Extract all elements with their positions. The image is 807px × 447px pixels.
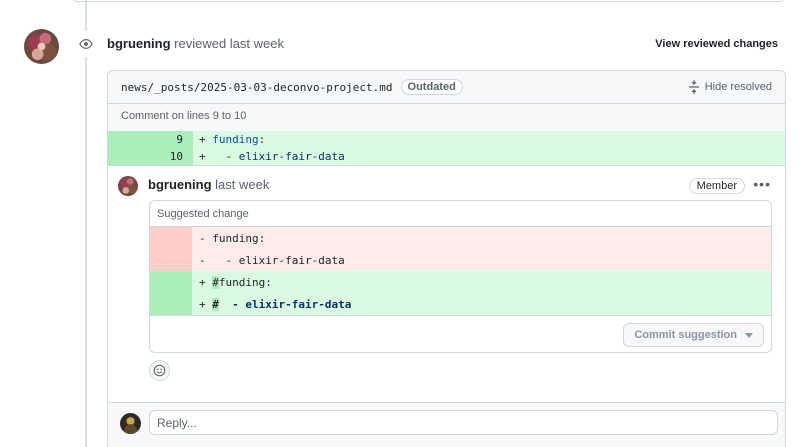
avatar[interactable] [118,176,138,196]
diff-key: funding [212,133,259,146]
comment-time[interactable]: last week [215,177,269,192]
added-hash: # [212,297,219,311]
line-gutter [150,227,192,249]
review-comment: bgruening last week Member ••• Suggested… [108,166,785,402]
avatar[interactable] [24,29,59,64]
view-reviewed-changes-button[interactable]: View reviewed changes [655,38,778,50]
added-line: + #funding: [150,271,771,293]
smiley-icon [153,364,166,377]
timeline-line [85,0,87,447]
added-hash: # [212,275,219,289]
outdated-badge: Outdated [400,79,463,95]
diff-line: 9 + funding: [108,131,785,148]
file-path[interactable]: news/_posts/2025-03-03-deconvo-project.m… [121,81,393,94]
eye-icon [73,31,99,57]
avatar-image [24,29,59,64]
comment-header: bgruening last week [148,177,269,192]
hide-resolved-label: Hide resolved [704,81,772,93]
reply-bar [108,402,785,447]
commit-suggestion-button[interactable]: Commit suggestion [623,323,764,347]
added-prefix: + [199,297,213,311]
diff-hunk: 9 + funding: 10 + - elixir-fair-data [108,131,785,166]
removed-line: - funding: [150,227,771,249]
line-number[interactable]: 10 [108,148,193,165]
line-number[interactable]: 9 [108,131,193,148]
hide-resolved-button[interactable]: Hide resolved [688,80,772,94]
added-prefix: + [199,275,213,289]
line-gutter [150,293,192,315]
kebab-horizontal-icon[interactable]: ••• [753,176,771,192]
commit-suggestion-label: Commit suggestion [634,329,737,341]
avatar [120,413,141,434]
reply-input[interactable] [149,410,778,435]
suggested-change-box: Suggested change - funding: - - elixir-f… [149,200,772,353]
previous-timeline-box [72,0,785,2]
diff-rest: - elixir-fair-data [212,150,345,163]
triangle-down-icon [745,332,753,338]
comment-on-lines: Comment on lines 9 to 10 [108,104,785,131]
comment-author[interactable]: bgruening [148,177,212,192]
suggested-change-title: Suggested change [150,201,771,227]
line-gutter [150,249,192,271]
fold-icon [688,80,699,94]
removed-code: - - elixir-fair-data [199,253,345,267]
suggestion-footer: Commit suggestion [150,315,771,352]
diff-sign: + [199,133,206,146]
diff-sign: + [199,150,206,163]
added-code: + # - elixir-fair-data [192,297,352,311]
diff-line: 10 + - elixir-fair-data [108,148,785,165]
review-thread: news/_posts/2025-03-03-deconvo-project.m… [107,70,786,447]
added-rest: - elixir-fair-data [218,297,352,311]
review-header: bgruening reviewed last week [107,36,284,51]
review-action: reviewed last week [174,36,284,51]
diff-rest: : [258,133,266,146]
avatar-image [120,413,141,434]
diff-code: + funding: [193,133,265,146]
removed-line: - - elixir-fair-data [150,249,771,271]
added-line: + # - elixir-fair-data [150,293,771,315]
added-rest: funding: [218,275,272,289]
review-author[interactable]: bgruening [107,36,171,51]
file-header: news/_posts/2025-03-03-deconvo-project.m… [108,71,785,104]
member-badge: Member [688,178,745,194]
add-reaction-button[interactable] [149,360,170,381]
removed-code: - funding: [199,231,266,245]
diff-code: + - elixir-fair-data [193,150,345,163]
added-code: + #funding: [192,275,272,289]
avatar-image [118,176,138,196]
line-gutter [150,271,192,293]
